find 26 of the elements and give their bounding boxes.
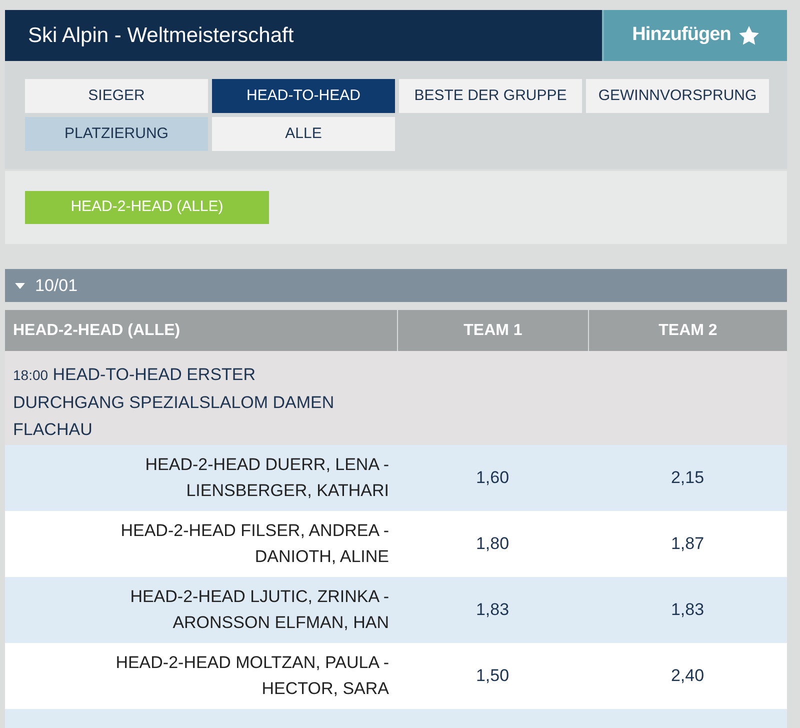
star-icon: [738, 26, 759, 45]
odds-button[interactable]: 1,83: [670, 597, 704, 623]
page-title: Ski Alpin - Weltmeisterschaft: [28, 22, 294, 49]
odds-button[interactable]: 1,60: [476, 465, 510, 491]
tab[interactable]: PLATZIERUNG: [25, 117, 208, 151]
event-title: 18:00 HEAD-TO-HEAD ERSTER DURCHGANG SPEZIALSLALOM DAMEN FLACHAU: [13, 364, 336, 441]
odds-button[interactable]: 1,87: [670, 531, 704, 557]
column-header: TEAM 1: [397, 310, 588, 351]
column-header: HEAD-2-HEAD (ALLE): [5, 310, 397, 351]
tab[interactable]: BESTE DER GRUPPE: [399, 79, 582, 113]
odds-button[interactable]: 1,83: [476, 597, 510, 623]
column-header: TEAM 2: [588, 310, 787, 351]
match-name: HEAD-2-HEAD FILSER, ANDREA - DANIOTH, ALINE: [120, 520, 389, 568]
date-label: 10/01: [35, 274, 78, 297]
caret-icon: [15, 282, 25, 288]
tab[interactable]: SIEGER: [25, 79, 208, 113]
match-name: HEAD-2-HEAD MOLTZAN, PAULA - HECTOR, SARA: [114, 652, 389, 700]
odds-button[interactable]: 2,40: [670, 663, 704, 689]
match-name: HEAD-2-HEAD LJUTIC, ZRINKA - ARONSSON ELFMAN, HAN: [129, 586, 389, 634]
tab[interactable]: HEAD-TO-HEAD: [212, 79, 395, 113]
tab[interactable]: ALLE: [212, 117, 395, 151]
odds-button[interactable]: 2,15: [670, 465, 704, 491]
match-name: HEAD-2-HEAD DUERR, LENA - LIENSBERGER, KATHARI: [144, 454, 389, 502]
tab[interactable]: GEWINNVORSPRUNG: [586, 79, 769, 113]
odds-button[interactable]: 1,80: [476, 531, 510, 557]
odds-button[interactable]: 1,50: [476, 663, 510, 689]
